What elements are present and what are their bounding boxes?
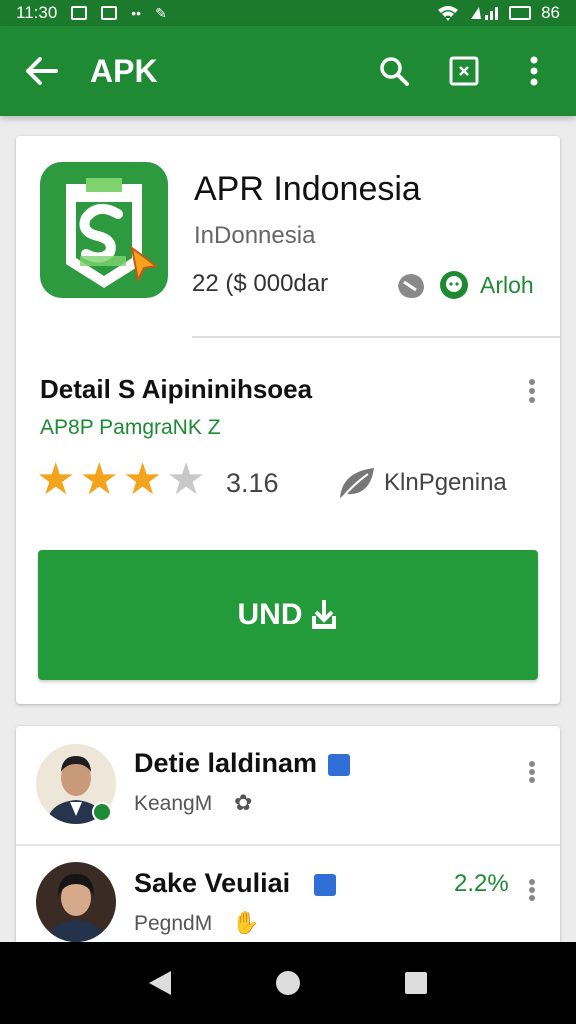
notification-icon-2 [101,6,118,20]
battery-level: 86 [541,3,560,22]
detail-title: Detail S Aipininihsoea [40,374,313,404]
wifi-icon [438,6,459,21]
download-icon [311,600,336,629]
divider [192,336,560,338]
list-item[interactable]: Detie laldinam KeangM ✿ [16,726,560,844]
rating-value: 3.16 [226,468,279,498]
back-button[interactable] [22,51,62,91]
star-empty-icon: ★ [166,455,206,504]
reviewer-subtitle: PegndM [134,912,213,935]
reviewer-subtitle: KeangM [134,792,213,815]
leaf-icon [340,468,374,499]
overflow-menu-button[interactable] [514,51,554,91]
avatar[interactable] [36,862,116,942]
install-label: UND [237,598,303,631]
meta-label[interactable]: Arloh [480,272,534,299]
app-subtitle: InDonnesia [194,222,316,249]
shield-logo-icon [66,178,159,288]
detail-menu-button[interactable] [522,376,542,406]
nav-recents-icon [405,972,427,994]
install-button[interactable]: UND [38,550,538,680]
reviews-card: Detie laldinam KeangM ✿ Sake Veuliai Peg… [16,726,560,966]
developer-link[interactable]: AP8P PamgraNK Z [40,416,221,440]
online-badge [92,802,112,822]
pen-icon: ✎ [155,5,167,21]
battery-icon [509,6,532,20]
app-name: APR Indonesia [194,170,421,208]
close-box-button[interactable] [444,51,484,91]
star-filled-icon: ★ [122,455,163,504]
chat-icon [440,271,468,299]
close-box-icon [449,56,479,86]
more-notifications-icon: •• [131,5,142,21]
review-menu-button[interactable] [522,758,542,786]
app-logo-icon[interactable] [40,162,168,298]
nav-home-icon [276,971,300,995]
status-bar: 11:30 •• ✎ 86 [0,0,576,26]
star-filled-icon: ★ [36,455,76,504]
nav-back-button[interactable] [135,958,185,1008]
reviewer-name: Sake Veuliai [134,868,291,898]
verified-icon [314,874,336,896]
nav-back-icon [149,971,171,995]
signal-icon [471,7,499,20]
review-percent: 2.2% [454,870,509,897]
app-bar: APK [0,26,576,116]
flower-icon: ✿ [234,790,253,815]
app-price: 22 ($ 000dar [192,270,329,297]
reviewer-name: Detie laldinam [134,748,318,778]
nav-home-button[interactable] [263,958,313,1008]
app-info-card: APR Indonesia InDonnesia 22 ($ 000dar Ar… [16,136,560,704]
status-time: 11:30 [16,3,58,22]
search-icon [380,57,409,86]
rating-stars: ★ ★ ★ ★ [36,458,206,502]
verified-icon [328,754,350,776]
nav-recents-button[interactable] [391,958,441,1008]
hand-icon: ✋ [232,910,260,935]
notification-icon [71,6,88,20]
app-bar-title: APK [90,52,158,89]
gauge-icon [398,274,424,298]
system-nav-bar [0,942,576,1024]
search-button[interactable] [374,51,414,91]
review-menu-button[interactable] [522,876,542,904]
more-vert-icon [530,56,538,86]
back-arrow-icon [26,57,58,85]
star-filled-icon: ★ [79,455,119,504]
category-label[interactable]: KlnPgenina [384,469,507,497]
